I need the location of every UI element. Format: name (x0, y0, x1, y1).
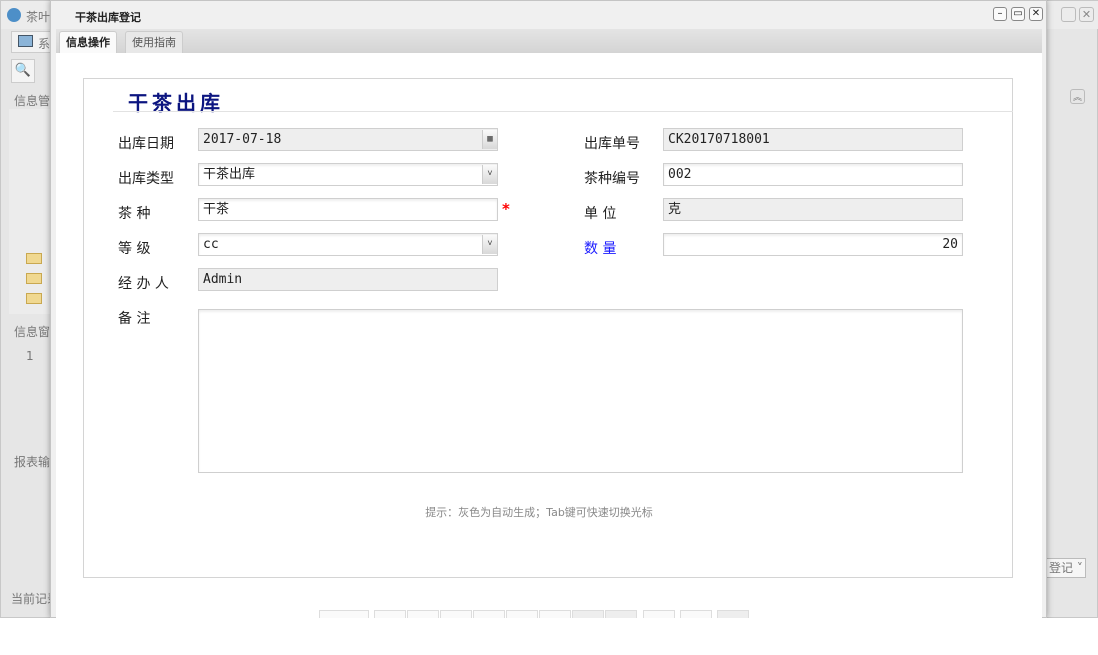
dialog-window: 干茶出库登记 – ▭ ✕ 信息操作 使用指南 干茶出库 出库日期 2017-07… (50, 0, 1047, 618)
minimize-button[interactable]: – (993, 7, 1007, 21)
background-dropdown[interactable]: 登记 ˅ (1046, 558, 1086, 578)
remark-label: 备 注 (118, 308, 150, 328)
dialog-content: 干茶出库 出库日期 2017-07-18▦ 出库类型 干茶出库˅ 茶 种 干茶 … (56, 53, 1042, 619)
maximize-button[interactable]: ▭ (1011, 7, 1025, 21)
out-type-select[interactable]: 干茶出库˅ (198, 163, 498, 186)
tea-code-label: 茶种编号 (584, 168, 640, 188)
report-header: 报表输 (14, 453, 50, 470)
window-icon (18, 35, 33, 47)
out-no-label: 出库单号 (584, 133, 640, 153)
out-date-field[interactable]: 2017-07-18▦ (198, 128, 498, 151)
background-app-title: 茶叶 (26, 8, 50, 25)
grade-select[interactable]: cc˅ (198, 233, 498, 256)
dialog-title: 干茶出库登记 (75, 9, 141, 25)
remark-textarea[interactable] (198, 309, 963, 473)
quantity-input[interactable]: 20 (663, 233, 963, 256)
close-icon[interactable]: ✕ (1079, 7, 1094, 22)
tea-code-input[interactable]: 002 (663, 163, 963, 186)
grade-label: 等 级 (118, 238, 150, 258)
restore-icon[interactable] (1061, 7, 1076, 22)
chevron-down-icon[interactable]: ˅ (482, 235, 497, 254)
tea-input[interactable]: 干茶 (198, 198, 498, 221)
heading-divider (113, 111, 1013, 112)
tree-folder-icon[interactable] (26, 253, 42, 264)
unit-label: 单 位 (584, 203, 616, 223)
bottom-blank-area (0, 618, 1098, 655)
out-no-field[interactable]: CK20170718001 (663, 128, 963, 151)
row-number: 1 (26, 349, 34, 363)
required-mark: * (502, 200, 510, 218)
out-date-label: 出库日期 (118, 133, 174, 153)
info-window-header: 信息窗 (14, 323, 50, 340)
close-button[interactable]: ✕ (1029, 7, 1043, 21)
form-panel: 干茶出库 出库日期 2017-07-18▦ 出库类型 干茶出库˅ 茶 种 干茶 … (83, 78, 1013, 578)
app-logo-icon (7, 8, 21, 22)
tab-user-guide[interactable]: 使用指南 (125, 31, 183, 53)
tea-label: 茶 种 (118, 203, 150, 223)
collapse-button[interactable]: ︽ (1070, 89, 1085, 104)
tab-info-operation[interactable]: 信息操作 (59, 31, 117, 53)
handler-label: 经 办 人 (118, 273, 169, 293)
tree-folder-icon[interactable] (26, 293, 42, 304)
tab-bar: 信息操作 使用指南 (56, 29, 1042, 53)
handler-field[interactable]: Admin (198, 268, 498, 291)
calendar-icon[interactable]: ▦ (482, 130, 497, 149)
tree-folder-icon[interactable] (26, 273, 42, 284)
search-tool-button[interactable]: 🔍 (11, 59, 35, 83)
unit-field[interactable]: 克 (663, 198, 963, 221)
out-type-label: 出库类型 (118, 168, 174, 188)
quantity-label: 数 量 (584, 238, 616, 258)
chevron-down-icon[interactable]: ˅ (482, 165, 497, 184)
hint-text: 提示：灰色为自动生成；Tab键可快速切换光标 (84, 504, 994, 520)
